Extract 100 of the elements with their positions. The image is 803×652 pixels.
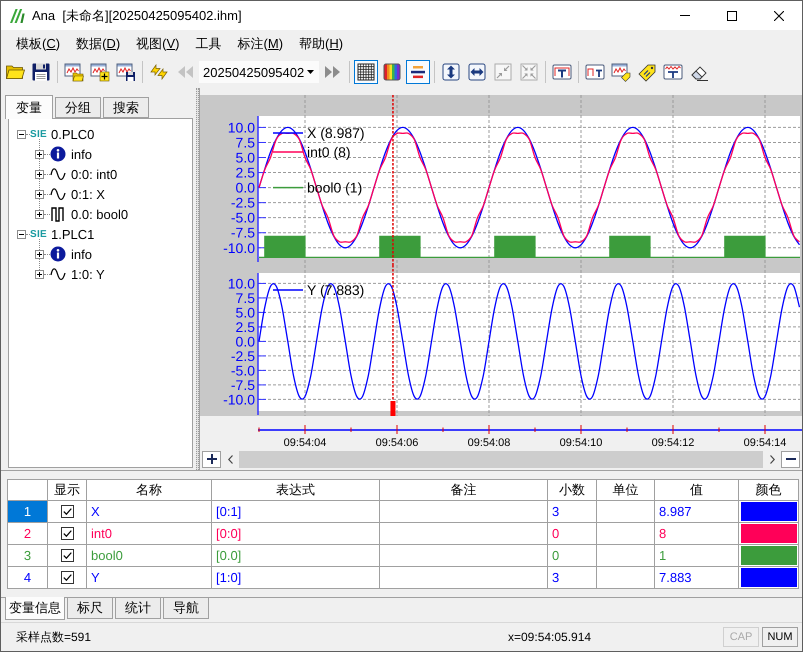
axis-label: -2.5 (230, 348, 255, 364)
checkbox[interactable] (60, 549, 74, 562)
tree-item[interactable]: 0.0: bool0 (71, 206, 128, 222)
color-bars-icon (382, 62, 402, 82)
info-icon (50, 146, 66, 162)
legend-line-icon (273, 289, 303, 291)
row-header[interactable]: 1 (8, 501, 48, 523)
menu-item[interactable]: 标注(M) (230, 33, 292, 55)
color-swatch[interactable] (740, 502, 796, 521)
axis-label: 10.0 (228, 275, 255, 292)
maximize-icon (726, 10, 736, 20)
panel-tab[interactable]: 分组 (55, 97, 101, 118)
time-label: 09:54:14 (744, 437, 786, 449)
table-cell: [0:1] (212, 501, 380, 523)
scrollbar-thumb[interactable] (239, 450, 763, 468)
color-swatch[interactable] (740, 568, 796, 587)
chart-tag-icon (611, 62, 631, 82)
menu-item[interactable]: 工具 (188, 33, 230, 55)
checkbox[interactable] (60, 505, 74, 518)
table-cell: 8 (655, 523, 739, 545)
column-header[interactable]: 值 (655, 480, 739, 501)
column-header[interactable]: 表达式 (212, 480, 380, 501)
collapse-icon[interactable] (17, 230, 26, 238)
panel-tab[interactable]: 搜索 (103, 97, 149, 118)
close-icon (774, 10, 784, 20)
axis-label: 0.0 (236, 180, 255, 196)
time-label: 09:54:08 (468, 437, 510, 449)
zoom-out-button[interactable] (781, 450, 800, 468)
panel-tab[interactable]: 统计 (115, 598, 161, 619)
table-cell (597, 523, 655, 545)
date-combo[interactable]: 20250425095402 (199, 61, 319, 83)
cursor-handle[interactable] (390, 401, 396, 416)
row-header[interactable]: 2 (8, 523, 48, 545)
axis-label: 2.5 (236, 164, 255, 181)
column-header[interactable]: 显示 (48, 480, 87, 501)
table-cell: [1:0] (212, 567, 380, 589)
tree-item[interactable]: info (71, 146, 92, 162)
checkbox[interactable] (60, 527, 74, 540)
key-indicator: NUM (762, 627, 798, 647)
chart-floppy-icon (116, 62, 136, 82)
menu-item[interactable]: 视图(V) (128, 33, 188, 55)
inward-arrows-icon (519, 62, 539, 82)
table-cell: bool0 (87, 545, 212, 567)
ruler-bracket-icon (552, 62, 572, 82)
axis-label: 5.0 (236, 150, 255, 166)
cursor-line[interactable] (392, 95, 394, 265)
tree-item[interactable]: 1:0: Y (71, 266, 105, 282)
column-header[interactable]: 名称 (87, 480, 212, 501)
panel-tab[interactable]: 变量 (5, 95, 53, 119)
diagonal-arrows-icon (493, 62, 513, 82)
color-swatch[interactable] (740, 546, 796, 565)
table-cell: 1 (655, 545, 739, 567)
collapse-icon[interactable] (17, 130, 26, 138)
column-header[interactable]: 小数 (548, 480, 597, 501)
legend-line-icon (273, 186, 303, 188)
column-header[interactable]: 颜色 (739, 480, 799, 501)
menu-item[interactable]: 帮助(H) (291, 33, 352, 55)
device-tag: SIE (30, 228, 48, 240)
expand-icon[interactable] (35, 250, 44, 258)
legend-line-icon (273, 132, 303, 134)
menu-item[interactable]: 模板(C) (8, 33, 68, 55)
table-cell: 8.987 (655, 501, 739, 523)
tree-item[interactable]: info (71, 246, 92, 262)
panel-tab[interactable]: 导航 (163, 598, 209, 619)
table-cell (597, 545, 655, 567)
cursor-position: x=09:54:05.914 (508, 630, 592, 644)
panel-tab[interactable]: 变量信息 (5, 597, 65, 620)
app-logo-icon (9, 8, 27, 24)
tree-item[interactable]: 0:1: X (71, 186, 105, 202)
expand-icon[interactable] (35, 150, 44, 158)
dropdown-caret-icon (307, 70, 314, 74)
column-header[interactable]: 备注 (380, 480, 548, 501)
column-header[interactable]: 单位 (597, 480, 655, 501)
menu-item[interactable]: 数据(D) (68, 33, 128, 55)
table-cell: [0.0] (212, 545, 380, 567)
table-cell (597, 567, 655, 589)
legend-line-icon (273, 151, 303, 153)
expand-icon[interactable] (35, 210, 44, 218)
tree-item[interactable]: 1.PLC1 (51, 226, 94, 242)
legend-toggle-button[interactable] (406, 60, 430, 84)
panel-tab[interactable]: 标尺 (67, 598, 113, 619)
axis-label: -7.5 (230, 376, 255, 393)
table-cell: X (87, 501, 212, 523)
axis-label: 2.5 (236, 318, 255, 335)
zoom-in-button[interactable] (202, 450, 221, 468)
color-swatch[interactable] (740, 524, 796, 543)
expand-icon[interactable] (35, 190, 44, 198)
table-corner[interactable] (8, 480, 48, 501)
grid-toggle-button[interactable] (354, 60, 378, 84)
expand-icon[interactable] (35, 270, 44, 278)
cursor-line[interactable] (392, 265, 394, 401)
axis-label: -5.0 (230, 210, 255, 226)
row-header[interactable]: 4 (8, 567, 48, 589)
tree-item[interactable]: 0.PLC0 (51, 126, 94, 142)
tree-item[interactable]: 0:0: int0 (71, 166, 118, 182)
tag-icon (637, 62, 657, 82)
checkbox[interactable] (60, 571, 74, 584)
chevron-left-icon (228, 454, 232, 464)
expand-icon[interactable] (35, 170, 44, 178)
axis-label: 10.0 (228, 119, 255, 136)
